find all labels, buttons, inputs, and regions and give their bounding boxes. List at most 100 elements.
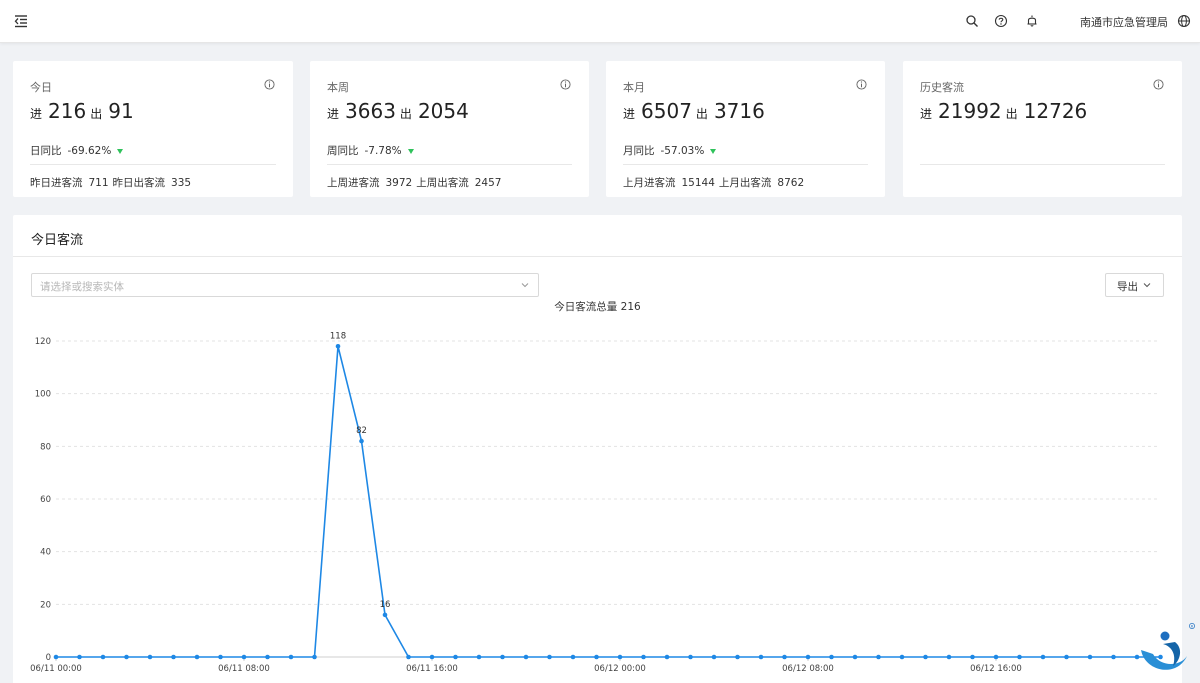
- data-point: [265, 654, 270, 660]
- today-flow-panel: 今日客流 请选择或搜索实体 导出 今日客流总量 216 0 20 40 60 80 100…: [13, 215, 1182, 683]
- data-point: [711, 654, 717, 660]
- data-point: [570, 654, 576, 660]
- data-point: [429, 654, 435, 660]
- card-footer: 上月进客流 15144 上月出客流 8762: [623, 175, 808, 190]
- data-point: [77, 654, 82, 660]
- info-icon[interactable]: [264, 79, 275, 90]
- prev-out-label: 昨日出客流: [112, 177, 166, 189]
- compare-value: -57.03%: [660, 145, 705, 157]
- data-point: [124, 654, 129, 660]
- flow-line-chart: 0 20 40 60 80 100 120 06/11 00:00 06/11 08:00 06/…: [30, 331, 1163, 674]
- top-bar: 南通市应急管理局: [0, 0, 1200, 43]
- x-tick-label: 06/11 08:00: [218, 664, 270, 674]
- data-point: [594, 654, 599, 660]
- search-icon[interactable]: [965, 14, 979, 28]
- data-point: [923, 654, 928, 660]
- out-label: 出: [90, 107, 103, 121]
- out-value: 91: [108, 99, 134, 123]
- menu-fold-icon[interactable]: [13, 13, 29, 29]
- data-point: [312, 654, 317, 660]
- card-title: 本周: [327, 81, 349, 94]
- card-footer: 上周进客流 3972 上周出客流 2457: [327, 175, 505, 190]
- y-tick-label: 80: [40, 442, 51, 452]
- x-tick-label: 06/11 00:00: [30, 664, 82, 674]
- data-point: [406, 654, 411, 660]
- compare-value: -7.78%: [364, 145, 402, 157]
- prev-out-value: 8762: [777, 177, 805, 189]
- data-point: [241, 654, 247, 660]
- data-point: [453, 654, 458, 660]
- info-icon[interactable]: [560, 79, 571, 90]
- prev-in-value: 3972: [385, 177, 413, 189]
- info-icon[interactable]: [1153, 79, 1164, 90]
- y-tick-label: 20: [40, 600, 51, 610]
- card-compare: 周同比 -7.78%: [327, 143, 414, 158]
- prev-in-label: 上周进客流: [327, 177, 380, 189]
- out-label: 出: [695, 107, 708, 121]
- compare-label: 日同比: [30, 145, 62, 157]
- compare-label: 月同比: [623, 145, 655, 157]
- data-point: [194, 654, 200, 660]
- svg-text:R: R: [1191, 624, 1194, 628]
- data-point: [1017, 654, 1022, 660]
- data-point: [147, 654, 153, 660]
- in-label: 进: [623, 107, 636, 121]
- brand-logo-icon: R: [1141, 623, 1195, 670]
- card-in-out: 进 21992 出 12726: [920, 99, 1091, 123]
- card-divider: [920, 164, 1165, 165]
- data-point: [758, 654, 764, 660]
- in-value: 21992: [938, 99, 1002, 123]
- out-label: 出: [399, 107, 412, 121]
- card-month: 本月 进 6507 出 3716 月同比 -57.03% 上月进客流 15144 上月出客流…: [606, 61, 885, 197]
- in-label: 进: [920, 107, 933, 121]
- data-point: [970, 654, 975, 660]
- data-point: [1087, 654, 1093, 660]
- card-in-out: 进 216 出 91: [30, 99, 138, 123]
- card-in-out: 进 3663 出 2054: [327, 99, 473, 123]
- x-tick-label: 06/12 16:00: [970, 664, 1022, 674]
- card-title: 今日: [30, 81, 52, 94]
- data-point: [547, 654, 552, 660]
- out-value: 3716: [713, 99, 765, 123]
- prev-in-value: 15144: [681, 177, 715, 189]
- out-label: 出: [1005, 107, 1018, 121]
- out-value: 12726: [1023, 99, 1088, 123]
- data-point: [829, 654, 834, 660]
- data-point: [664, 654, 670, 660]
- data-point: [500, 654, 505, 660]
- data-point: [641, 654, 646, 660]
- info-icon[interactable]: [856, 79, 867, 90]
- data-point: [171, 654, 176, 660]
- data-point: [782, 654, 787, 660]
- data-point: [876, 654, 881, 660]
- globe-icon[interactable]: [1177, 14, 1191, 28]
- data-point: [476, 654, 482, 660]
- data-point: [288, 654, 294, 660]
- compare-value: -69.62%: [67, 145, 112, 157]
- trend-down-icon: [117, 148, 124, 154]
- trend-down-icon: [407, 148, 414, 154]
- prev-out-value: 335: [171, 177, 192, 189]
- data-label: 16: [380, 600, 391, 610]
- prev-out-value: 2457: [474, 177, 502, 189]
- card-compare: 日同比 -69.62%: [30, 143, 124, 158]
- y-tick-label: 0: [46, 653, 51, 663]
- out-value: 2054: [417, 99, 469, 123]
- data-point: [899, 654, 905, 660]
- y-tick-label: 100: [35, 390, 51, 400]
- data-point: [523, 654, 529, 660]
- card-title: 历史客流: [920, 81, 964, 94]
- prev-out-label: 上月出客流: [718, 177, 772, 189]
- data-point: [335, 343, 341, 349]
- card-history: 历史客流 进 21992 出 12726: [903, 61, 1182, 197]
- bell-icon[interactable]: [1025, 14, 1039, 28]
- data-point: [735, 654, 740, 660]
- data-point: [359, 438, 364, 444]
- help-icon[interactable]: [994, 14, 1008, 28]
- trend-down-icon: [710, 148, 717, 154]
- org-name[interactable]: 南通市应急管理局: [1080, 14, 1168, 30]
- y-tick-label: 60: [40, 495, 51, 505]
- prev-in-label: 上月进客流: [623, 177, 676, 189]
- card-in-out: 进 6507 出 3716: [623, 99, 769, 123]
- data-point: [1064, 654, 1069, 660]
